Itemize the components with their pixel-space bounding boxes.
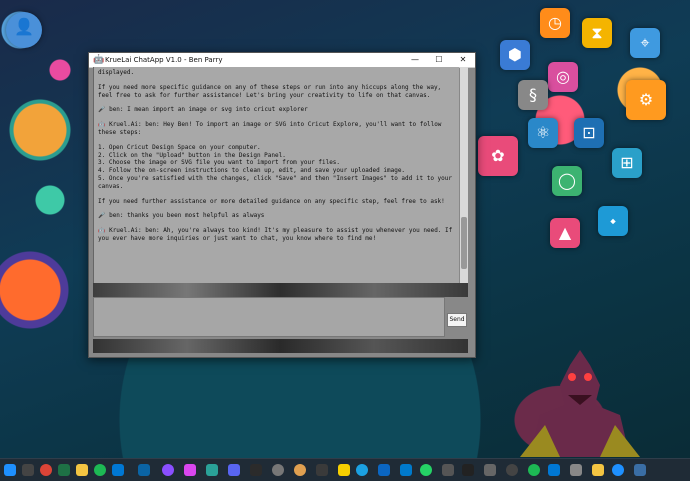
- cmd-icon[interactable]: [400, 464, 412, 476]
- chat-log[interactable]: displayed. If you need more specific gui…: [93, 67, 459, 283]
- square-icon[interactable]: ⊡: [574, 118, 604, 148]
- screen-icon[interactable]: [634, 464, 646, 476]
- flower-icon[interactable]: ✿: [478, 136, 518, 176]
- close-button[interactable]: ✕: [451, 53, 475, 67]
- gear-icon[interactable]: [442, 464, 454, 476]
- chat-message: 🤖 Kruel.Ai: ben: Ah, you're always too k…: [98, 227, 456, 242]
- dragon-avatar: [520, 350, 640, 457]
- message-input[interactable]: [93, 297, 445, 337]
- hourglass-icon[interactable]: ⧗: [582, 18, 612, 48]
- chat-app-window[interactable]: 🤖 KrueLai ChatApp V1.0 - Ben Parry — ☐ ✕…: [88, 52, 476, 358]
- chat-message: 🎤 ben: thanks you been most helpful as a…: [98, 212, 265, 220]
- chat-scrollbar[interactable]: [460, 67, 468, 283]
- location-icon[interactable]: ⌖: [630, 28, 660, 58]
- browser-icon[interactable]: [612, 464, 624, 476]
- chat-message: displayed.: [98, 69, 135, 76]
- notes-icon[interactable]: [294, 464, 306, 476]
- app3-icon[interactable]: [570, 464, 582, 476]
- scrollbar-thumb[interactable]: [461, 217, 467, 269]
- terminal-icon[interactable]: [250, 464, 262, 476]
- store-icon[interactable]: [112, 464, 124, 476]
- minimize-button[interactable]: —: [403, 53, 427, 67]
- cube-icon[interactable]: ⬢: [500, 40, 530, 70]
- excel-icon[interactable]: [58, 464, 70, 476]
- chat-message: 1. Open Cricut Design Space on your comp…: [98, 143, 453, 190]
- vscode-icon[interactable]: [356, 464, 368, 476]
- user-icon[interactable]: 👤: [6, 12, 42, 48]
- edge-icon[interactable]: [316, 464, 328, 476]
- app-icon[interactable]: [420, 464, 432, 476]
- search-icon[interactable]: [22, 464, 34, 476]
- robot-icon: 🤖: [93, 55, 105, 65]
- mail-icon[interactable]: [228, 464, 240, 476]
- start-icon[interactable]: [4, 464, 16, 476]
- settings-icon[interactable]: [338, 464, 350, 476]
- ring-icon[interactable]: ◯: [552, 166, 582, 196]
- spotify-icon[interactable]: [462, 464, 474, 476]
- messenger-icon[interactable]: [162, 464, 174, 476]
- folder-icon[interactable]: [76, 464, 88, 476]
- window-title: KrueLai ChatApp V1.0 - Ben Parry: [105, 56, 223, 64]
- spiral-icon[interactable]: §: [518, 80, 548, 110]
- circuit-icon[interactable]: ⚛: [528, 118, 558, 148]
- triangle-icon[interactable]: ▲: [550, 218, 580, 248]
- server-room-banner: [93, 283, 468, 297]
- gear-icon[interactable]: ⚙: [626, 80, 666, 120]
- folder2-icon[interactable]: [592, 464, 604, 476]
- files-icon[interactable]: [484, 464, 496, 476]
- title-bar[interactable]: 🤖 KrueLai ChatApp V1.0 - Ben Parry — ☐ ✕: [89, 53, 475, 68]
- maximize-button[interactable]: ☐: [427, 53, 451, 67]
- chrome-icon[interactable]: [40, 464, 52, 476]
- target-icon[interactable]: ◎: [548, 62, 578, 92]
- discord-icon[interactable]: [206, 464, 218, 476]
- edge2-icon[interactable]: [528, 464, 540, 476]
- photos-icon[interactable]: [184, 464, 196, 476]
- outlook-icon[interactable]: [138, 464, 150, 476]
- chat-message: If you need more specific guidance on an…: [98, 83, 445, 99]
- taskbar: [0, 458, 690, 481]
- monitor-icon[interactable]: [548, 464, 560, 476]
- chat-message: If you need further assistance or more d…: [98, 197, 445, 205]
- grid-icon[interactable]: ⊞: [612, 148, 642, 178]
- chat-message: 🤖 Kruel.Ai: ben: Hey Ben! To import an i…: [98, 121, 446, 136]
- server-room-footer: [93, 339, 468, 353]
- app2-icon[interactable]: [506, 464, 518, 476]
- chat-message: 🎤 ben: I mean import an image or svg int…: [98, 106, 308, 114]
- clock-icon[interactable]: ◷: [540, 8, 570, 38]
- whatsapp-icon[interactable]: [378, 464, 390, 476]
- send-button[interactable]: Send: [447, 313, 467, 327]
- avatar-icon[interactable]: [272, 464, 284, 476]
- spotify-icon[interactable]: [94, 464, 106, 476]
- tag-icon[interactable]: ⬩: [598, 206, 628, 236]
